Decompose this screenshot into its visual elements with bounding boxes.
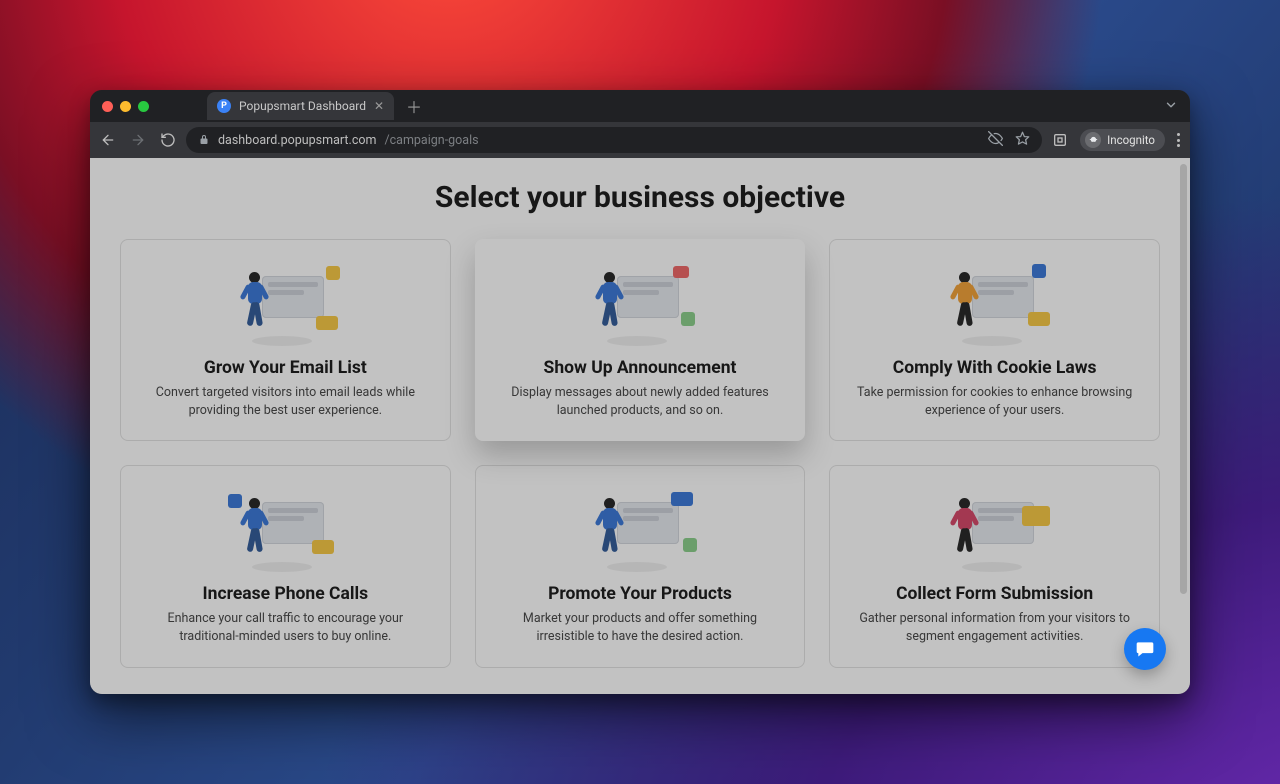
incognito-label: Incognito <box>1107 133 1155 147</box>
objective-description: Take permission for cookies to enhance b… <box>855 384 1135 420</box>
browser-tab-active[interactable]: P Popupsmart Dashboard ✕ <box>207 92 394 120</box>
tab-close-button[interactable]: ✕ <box>374 99 384 113</box>
tab-favicon-icon: P <box>217 99 231 113</box>
browser-tabstrip: P Popupsmart Dashboard ✕ ＋ <box>90 90 1190 122</box>
nav-reload-button[interactable] <box>160 132 176 148</box>
browser-window: P Popupsmart Dashboard ✕ ＋ <box>90 90 1190 694</box>
objective-description: Convert targeted visitors into email lea… <box>145 384 425 420</box>
objective-title: Grow Your Email List <box>204 358 367 378</box>
bookmark-star-button[interactable] <box>1015 131 1030 150</box>
page-scrollbar[interactable] <box>1178 158 1188 694</box>
objective-card[interactable]: Increase Phone Calls Enhance your call tr… <box>120 465 451 667</box>
eye-off-icon[interactable] <box>988 131 1003 150</box>
window-controls <box>102 101 149 112</box>
objective-title: Collect Form Submission <box>896 584 1093 604</box>
browser-menu-button[interactable] <box>1177 133 1180 147</box>
objective-title: Show Up Announcement <box>544 358 737 378</box>
objective-illustration <box>940 262 1050 344</box>
objective-illustration <box>585 262 695 344</box>
objective-card[interactable]: Comply With Cookie Laws Take permission f… <box>829 239 1160 441</box>
tab-title: Popupsmart Dashboard <box>239 99 366 113</box>
window-close-button[interactable] <box>102 101 113 112</box>
scrollbar-thumb[interactable] <box>1180 164 1187 594</box>
page-title: Select your business objective <box>120 180 1160 215</box>
objectives-grid: Grow Your Email List Convert targeted vis… <box>120 239 1160 668</box>
objective-card[interactable]: Grow Your Email List Convert targeted vis… <box>120 239 451 441</box>
extensions-button[interactable] <box>1052 132 1068 148</box>
objective-description: Gather personal information from your vi… <box>855 610 1135 646</box>
browser-toolbar: dashboard.popupsmart.com/campaign-goals <box>90 122 1190 158</box>
incognito-indicator[interactable]: Incognito <box>1080 129 1165 151</box>
incognito-icon <box>1085 132 1101 148</box>
nav-back-button[interactable] <box>100 132 116 148</box>
nav-forward-button[interactable] <box>130 132 146 148</box>
objective-illustration <box>585 488 695 570</box>
objective-description: Market your products and offer something… <box>500 610 780 646</box>
url-host: dashboard.popupsmart.com <box>218 133 376 148</box>
objective-title: Comply With Cookie Laws <box>893 358 1097 378</box>
page-viewport: Select your business objective Grow Your… <box>90 158 1190 694</box>
chat-icon <box>1135 639 1155 659</box>
lock-icon <box>198 134 210 146</box>
page-content: Select your business objective Grow Your… <box>90 158 1190 694</box>
desktop-wallpaper: P Popupsmart Dashboard ✕ ＋ <box>0 0 1280 784</box>
objective-illustration <box>230 262 340 344</box>
chat-widget-button[interactable] <box>1124 628 1166 670</box>
objective-description: Display messages about newly added featu… <box>500 384 780 420</box>
objective-card[interactable]: Collect Form Submission Gather personal i… <box>829 465 1160 667</box>
objective-title: Increase Phone Calls <box>203 584 369 604</box>
window-fullscreen-button[interactable] <box>138 101 149 112</box>
objective-title: Promote Your Products <box>548 584 732 604</box>
url-path: /campaign-goals <box>384 133 478 148</box>
objective-card[interactable]: Promote Your Products Market your product… <box>475 465 806 667</box>
objective-card[interactable]: Show Up Announcement Display messages abo… <box>475 239 806 441</box>
address-bar[interactable]: dashboard.popupsmart.com/campaign-goals <box>186 127 1042 153</box>
tabs-dropdown-button[interactable] <box>1164 98 1178 115</box>
window-minimize-button[interactable] <box>120 101 131 112</box>
new-tab-button[interactable]: ＋ <box>402 94 426 118</box>
objective-description: Enhance your call traffic to encourage y… <box>145 610 425 646</box>
objective-illustration <box>230 488 340 570</box>
objective-illustration <box>940 488 1050 570</box>
